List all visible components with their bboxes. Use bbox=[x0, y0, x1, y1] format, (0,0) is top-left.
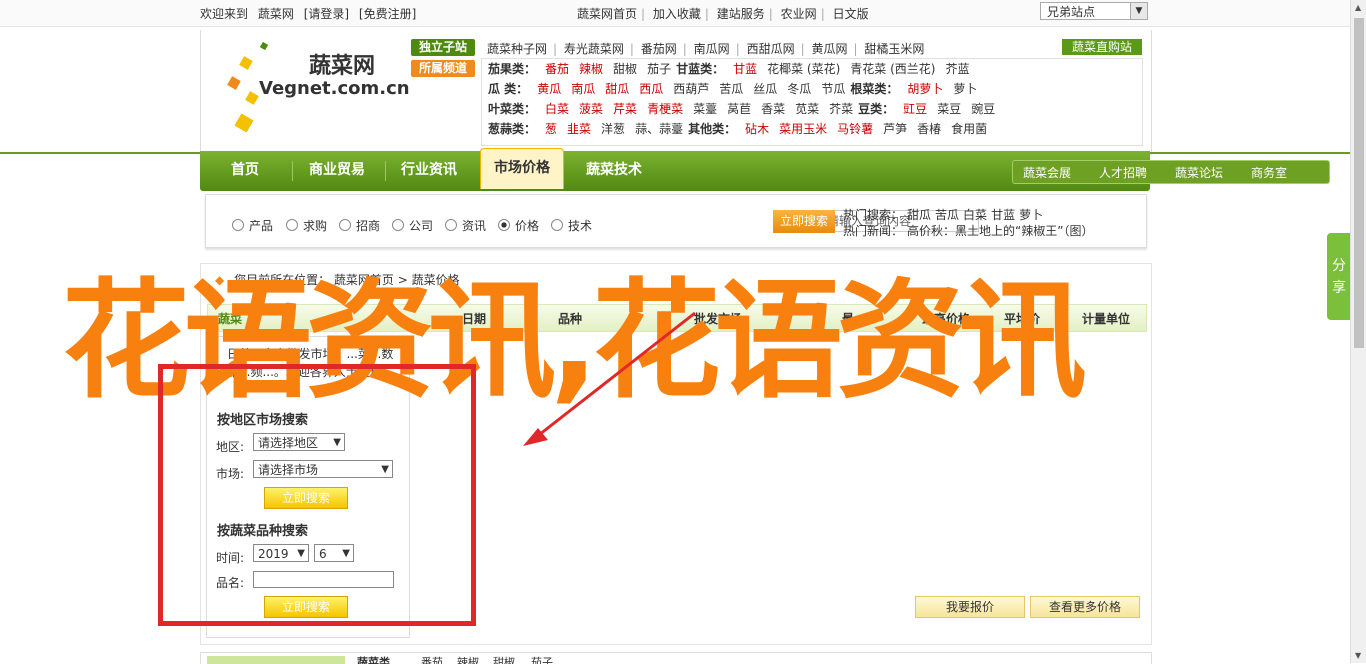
annotation-arrow-icon bbox=[523, 311, 696, 446]
